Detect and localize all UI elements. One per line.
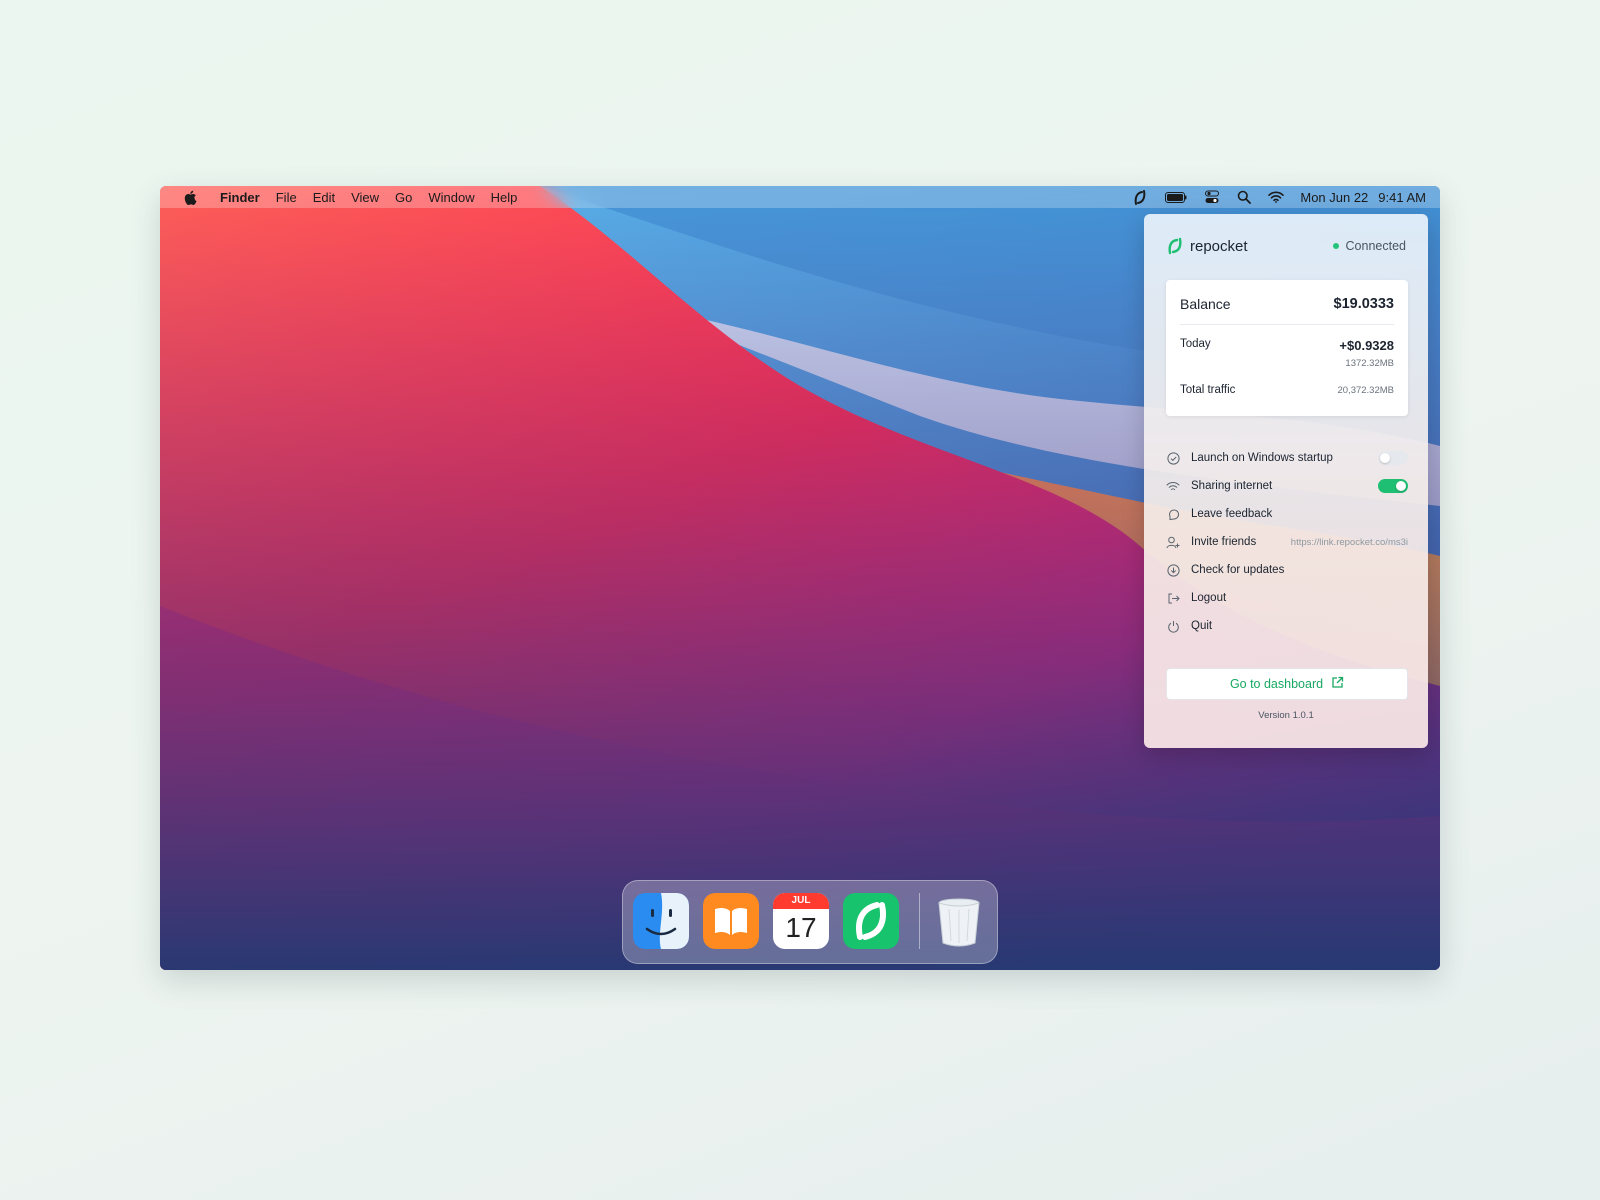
- menu-window[interactable]: Window: [428, 190, 474, 205]
- menu-item-launch-startup[interactable]: Launch on Windows startup: [1166, 444, 1408, 472]
- launch-startup-label: Launch on Windows startup: [1191, 452, 1333, 464]
- power-icon: [1166, 619, 1180, 633]
- desktop-screen: Finder File Edit View Go Window Help Mon…: [160, 186, 1440, 970]
- sharing-internet-label: Sharing internet: [1191, 480, 1273, 492]
- repocket-panel: repocket Connected Balance $19.0333 Toda…: [1144, 214, 1428, 748]
- sharing-internet-toggle[interactable]: [1378, 479, 1408, 493]
- version-label: Version 1.0.1: [1258, 710, 1314, 721]
- logout-icon: [1166, 591, 1180, 605]
- menubar-time[interactable]: 9:41 AM: [1378, 190, 1426, 205]
- brand-logo: repocket: [1166, 237, 1248, 255]
- books-icon[interactable]: [703, 893, 759, 949]
- repocket-logo-icon: [1168, 237, 1182, 255]
- today-label: Today: [1180, 338, 1211, 350]
- trash-icon[interactable]: [931, 893, 987, 949]
- menu-item-check-updates[interactable]: Check for updates: [1166, 556, 1408, 584]
- repocket-app-icon[interactable]: [843, 893, 899, 949]
- card-divider: [1180, 324, 1394, 325]
- today-value: +$0.9328: [1339, 338, 1394, 353]
- check-updates-label: Check for updates: [1191, 564, 1285, 576]
- menu-item-invite-friends[interactable]: Invite friends https://link.repocket.co/…: [1166, 528, 1408, 556]
- quit-label: Quit: [1191, 620, 1213, 632]
- wifi-icon[interactable]: [1268, 189, 1285, 205]
- dock-separator: [919, 893, 920, 949]
- calendar-day: 17: [785, 912, 817, 943]
- dock: JUL 17: [622, 880, 998, 964]
- menu-view[interactable]: View: [351, 190, 379, 205]
- user-add-icon: [1166, 535, 1180, 549]
- status-dot: [1332, 243, 1339, 249]
- balance-label: Balance: [1180, 296, 1231, 312]
- menu-help[interactable]: Help: [491, 190, 518, 205]
- menubar-date[interactable]: Mon Jun 22: [1300, 190, 1368, 205]
- menu-file[interactable]: File: [276, 190, 297, 205]
- search-icon[interactable]: [1236, 189, 1252, 205]
- status-text: Connected: [1345, 239, 1406, 253]
- dashboard-button-label: Go to dashboard: [1229, 677, 1324, 691]
- menu-item-sharing-internet[interactable]: Sharing internet: [1166, 472, 1408, 500]
- menu-item-logout[interactable]: Logout: [1166, 584, 1408, 612]
- calendar-icon[interactable]: JUL 17: [773, 893, 829, 949]
- apple-icon[interactable]: [182, 189, 198, 205]
- calendar-month: JUL: [773, 893, 829, 909]
- menu-go[interactable]: Go: [395, 190, 412, 205]
- menu-item-quit[interactable]: Quit: [1166, 612, 1408, 640]
- panel-menu: Launch on Windows startup Sharing intern…: [1166, 444, 1408, 640]
- control-center-icon[interactable]: [1204, 189, 1220, 205]
- balance-card: Balance $19.0333 Today +$0.9328 1372.32M…: [1166, 280, 1408, 416]
- menu-bar: Finder File Edit View Go Window Help Mon…: [160, 186, 1440, 208]
- total-traffic-value: 20,372.32MB: [1337, 384, 1394, 396]
- repocket-icon[interactable]: [1132, 189, 1148, 205]
- balance-value: $19.0333: [1333, 296, 1394, 312]
- check-circle-icon: [1166, 451, 1180, 465]
- wifi-icon: [1166, 479, 1180, 493]
- download-icon: [1166, 563, 1180, 577]
- battery-icon[interactable]: [1164, 189, 1188, 205]
- launch-startup-toggle[interactable]: [1378, 451, 1408, 465]
- brand-name: repocket: [1190, 237, 1248, 255]
- menu-item-leave-feedback[interactable]: Leave feedback: [1166, 500, 1408, 528]
- menu-edit[interactable]: Edit: [313, 190, 335, 205]
- invite-friends-label: Invite friends: [1191, 536, 1257, 548]
- invite-link[interactable]: https://link.repocket.co/ms3i: [1291, 537, 1408, 548]
- total-traffic-label: Total traffic: [1180, 384, 1236, 396]
- go-to-dashboard-button[interactable]: Go to dashboard: [1166, 668, 1408, 700]
- today-traffic: 1372.32MB: [1345, 358, 1394, 369]
- logout-label: Logout: [1191, 592, 1227, 604]
- menu-app-name[interactable]: Finder: [220, 190, 260, 205]
- external-link-icon: [1331, 676, 1344, 692]
- finder-icon[interactable]: [633, 893, 689, 949]
- leave-feedback-label: Leave feedback: [1191, 508, 1273, 520]
- connection-status: Connected: [1332, 239, 1406, 253]
- feedback-icon: [1166, 507, 1180, 521]
